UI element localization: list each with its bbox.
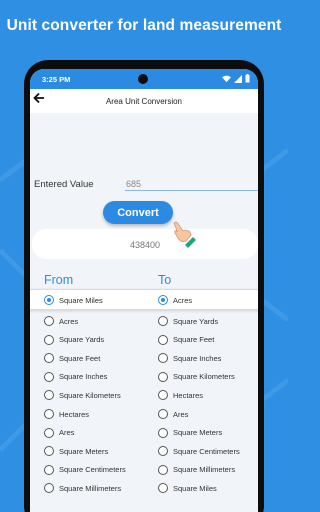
to-option[interactable]: Square Miles: [158, 483, 217, 494]
from-option-label: Square Miles: [59, 295, 103, 305]
radio-icon: [158, 464, 168, 475]
to-option-selected[interactable]: Acres: [158, 295, 192, 305]
to-heading: To: [158, 273, 172, 287]
from-option-label: Square Millimeters: [59, 483, 122, 493]
signal-icon: [234, 74, 242, 83]
from-option-label: Ares: [59, 428, 75, 438]
to-option-label: Hectares: [173, 390, 204, 400]
from-option-label: Square Feet: [59, 353, 101, 363]
radio-icon: [44, 409, 54, 419]
battery-icon: [245, 74, 250, 83]
status-time: 3:25 PM: [42, 75, 71, 84]
to-option-label: Square Inches: [173, 353, 222, 363]
to-option[interactable]: Ares: [158, 409, 188, 419]
entered-value-label: Entered Value: [34, 179, 94, 190]
camera-hole: [138, 74, 148, 84]
radio-icon: [158, 371, 168, 382]
from-option[interactable]: Hectares: [44, 409, 89, 419]
from-heading: From: [44, 273, 74, 287]
from-option-selected[interactable]: Square Miles: [44, 295, 103, 305]
to-option[interactable]: Square Millimeters: [158, 464, 236, 475]
from-option[interactable]: Square Centimeters: [44, 464, 126, 475]
converter-panel: Entered Value Convert 438400 From To Squ…: [30, 113, 258, 512]
app-screen: 3:25 PM Area Unit Conversion Entered Val…: [30, 69, 258, 512]
status-bar: 3:25 PM: [30, 69, 258, 89]
to-option-label: Square Yards: [173, 316, 219, 326]
radio-icon: [44, 427, 54, 438]
app-bar: Area Unit Conversion: [30, 89, 258, 113]
radio-icon: [44, 353, 54, 364]
from-option-label: Square Kilometers: [59, 390, 121, 400]
to-option-label: Ares: [173, 409, 189, 419]
from-option[interactable]: Square Feet: [44, 353, 101, 364]
to-option-label: Square Kilometers: [173, 372, 235, 382]
to-option-label: Acres: [173, 295, 193, 305]
wifi-icon: [222, 75, 231, 82]
radio-icon: [44, 390, 54, 401]
from-option-label: Acres: [59, 316, 79, 326]
from-option[interactable]: Square Yards: [44, 334, 105, 345]
radio-icon: [158, 427, 168, 438]
radio-icon: [44, 446, 54, 457]
radio-icon: [44, 316, 54, 326]
radio-icon: [158, 409, 168, 419]
from-option[interactable]: Square Inches: [44, 371, 108, 382]
radio-icon: [44, 295, 54, 305]
to-option[interactable]: Square Kilometers: [158, 371, 235, 382]
radio-icon: [158, 483, 168, 494]
radio-icon: [44, 483, 54, 494]
radio-icon: [44, 334, 54, 345]
promo-title: Unit converter for land measurement: [6, 17, 282, 34]
to-option-label: Square Centimeters: [173, 446, 240, 456]
to-option[interactable]: Square Meters: [158, 427, 223, 438]
from-option[interactable]: Ares: [44, 427, 75, 438]
page-title: Area Unit Conversion: [105, 97, 183, 106]
entered-value-input[interactable]: [125, 177, 258, 191]
radio-icon: [158, 295, 168, 305]
radio-icon: [44, 464, 54, 475]
to-option-label: Square Feet: [173, 335, 215, 345]
to-option[interactable]: Square Feet: [158, 334, 215, 345]
from-option[interactable]: Acres: [44, 316, 78, 326]
radio-icon: [158, 316, 168, 326]
radio-icon: [158, 446, 168, 457]
radio-icon: [158, 390, 168, 401]
convert-button[interactable]: Convert: [103, 201, 173, 224]
from-option[interactable]: Square Millimeters: [44, 483, 122, 494]
from-option-label: Square Meters: [59, 446, 109, 456]
to-option[interactable]: Square Yards: [158, 316, 218, 326]
from-option-label: Hectares: [59, 409, 90, 419]
radio-icon: [158, 334, 168, 345]
from-option-label: Square Inches: [59, 372, 108, 382]
to-option-label: Square Millimeters: [173, 465, 236, 475]
radio-icon: [158, 353, 168, 364]
status-icons: [222, 74, 250, 83]
from-option[interactable]: Square Meters: [44, 446, 109, 457]
to-option-label: Square Miles: [173, 483, 217, 493]
radio-icon: [44, 371, 54, 382]
result-display: 438400: [32, 229, 258, 259]
to-option[interactable]: Hectares: [158, 390, 204, 401]
to-option[interactable]: Square Inches: [158, 353, 222, 364]
from-option[interactable]: Square Kilometers: [44, 390, 121, 401]
from-option-label: Square Centimeters: [59, 465, 126, 475]
pointing-hand-icon: [173, 221, 196, 248]
from-option-label: Square Yards: [59, 335, 105, 345]
to-option[interactable]: Square Centimeters: [158, 446, 240, 457]
to-option-label: Square Meters: [173, 428, 223, 438]
